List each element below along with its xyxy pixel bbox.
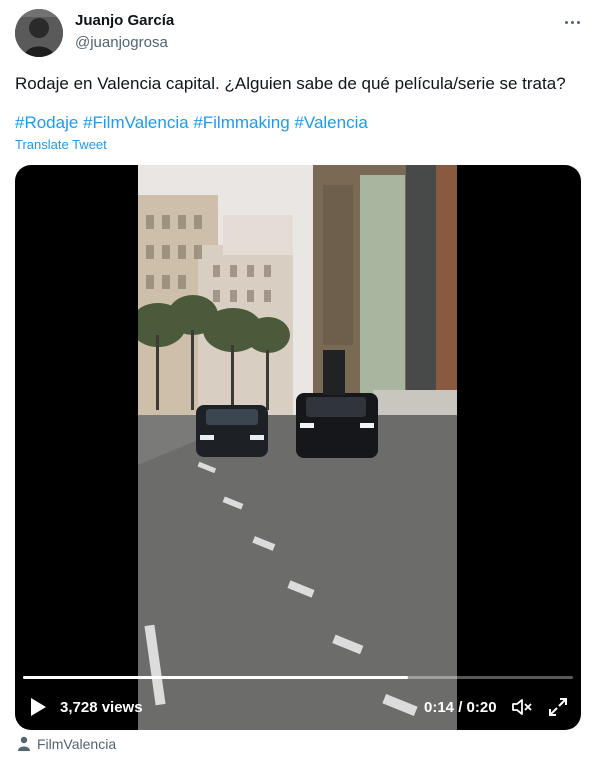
video-progress-fill [23, 676, 408, 679]
view-count: 3,728 views [60, 699, 143, 716]
hashtag-filmvalencia[interactable]: #FilmValencia [83, 113, 189, 132]
author-handle[interactable]: @juanjogrosa [75, 34, 168, 51]
avatar[interactable] [15, 9, 63, 57]
play-icon[interactable] [29, 697, 47, 717]
more-icon[interactable] [560, 10, 584, 34]
volume-icon[interactable] [511, 697, 533, 717]
hashtag-filmmaking[interactable]: #Filmmaking [193, 113, 289, 132]
video-progress-bar[interactable] [23, 676, 573, 679]
video-time: 0:14 / 0:20 [424, 699, 497, 716]
tweet: Juanjo García @juanjogrosa Rodaje en Val… [0, 0, 597, 759]
tagged-user-name: FilmValencia [37, 736, 117, 752]
hashtag-valencia[interactable]: #Valencia [294, 113, 367, 132]
tweet-text: Rodaje en Valencia capital. ¿Alguien sab… [15, 74, 566, 93]
author-name[interactable]: Juanjo García [75, 12, 174, 29]
tagged-user[interactable]: FilmValencia [17, 736, 116, 752]
person-icon [18, 736, 30, 751]
translate-tweet-link[interactable]: Translate Tweet [15, 137, 107, 152]
fullscreen-icon[interactable] [548, 697, 568, 717]
video-player[interactable]: 3,728 views 0:14 / 0:20 [15, 165, 581, 730]
hashtag-rodaje[interactable]: #Rodaje [15, 113, 78, 132]
hashtags: #Rodaje #FilmValencia #Filmmaking #Valen… [15, 112, 368, 134]
video-frame [138, 165, 457, 730]
